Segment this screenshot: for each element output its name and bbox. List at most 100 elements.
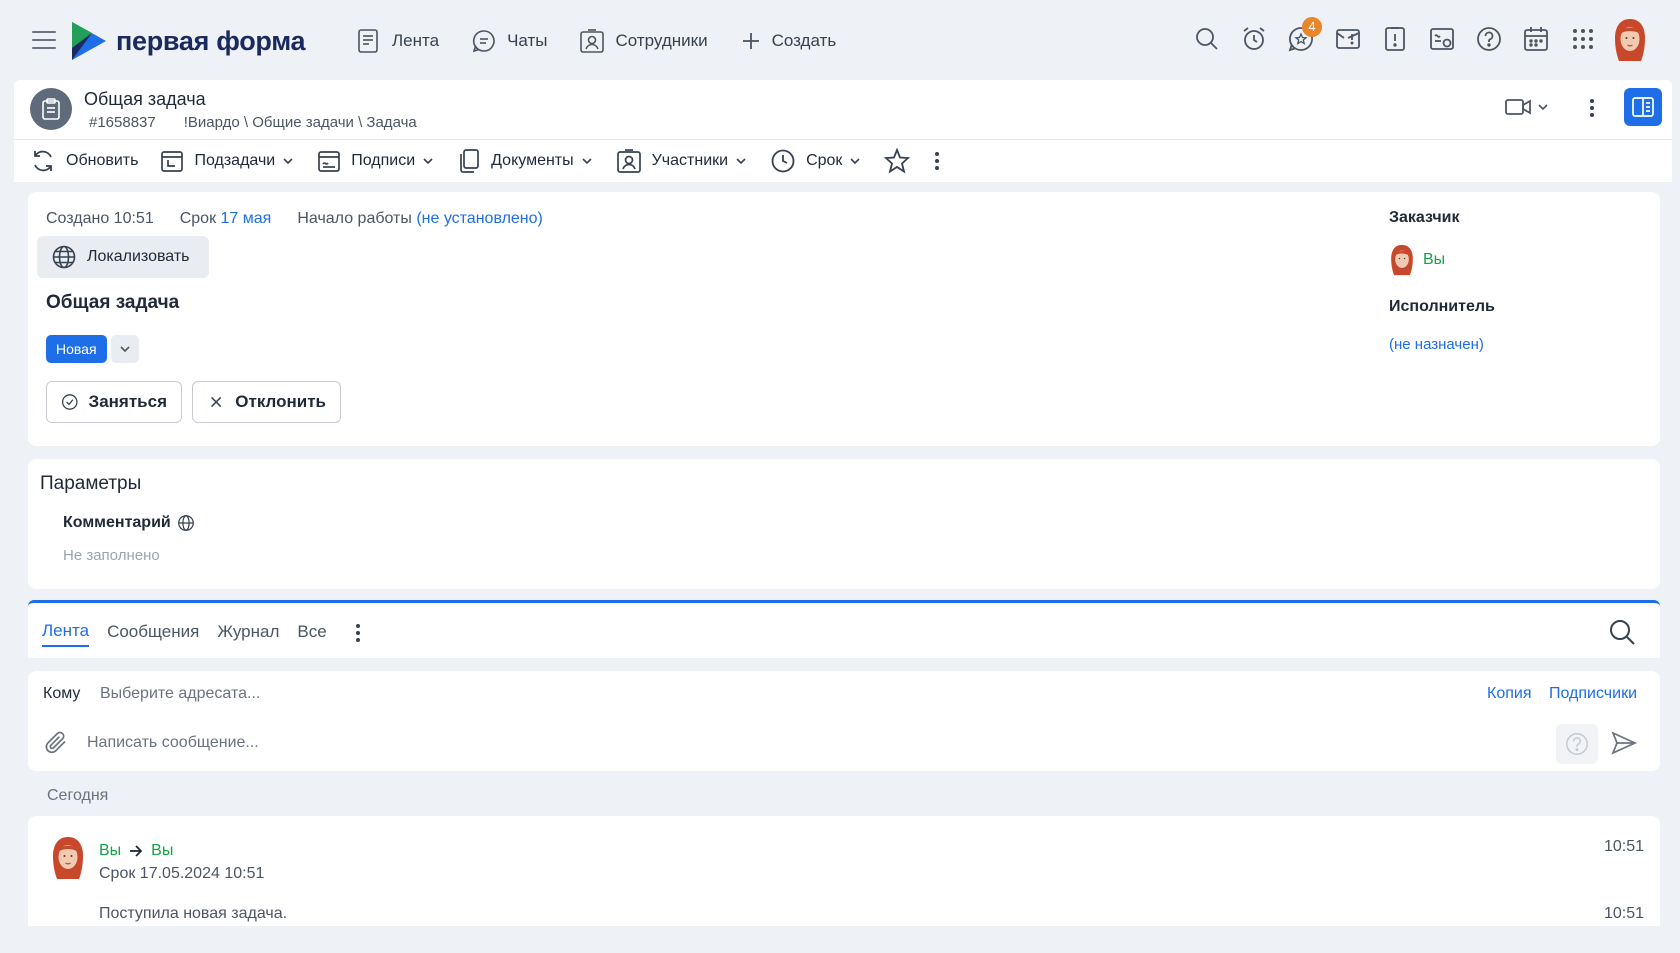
chevron-down-icon [283, 158, 293, 165]
documents-label: Документы [491, 152, 574, 169]
tab-all[interactable]: Все [297, 622, 326, 646]
notification-count-badge: 4 [1302, 17, 1322, 37]
logo-triangle-icon [72, 22, 106, 60]
status-dropdown-button[interactable] [111, 335, 139, 363]
take-task-label: Заняться [88, 392, 167, 411]
nav-employees[interactable]: Сотрудники [579, 28, 708, 54]
task-type-icon [30, 88, 72, 130]
chevron-down-icon [736, 158, 746, 165]
reject-task-button[interactable]: Отклонить [192, 381, 341, 423]
message-input[interactable] [87, 731, 1387, 755]
brand-name: первая форма [116, 25, 306, 56]
attach-button[interactable] [44, 730, 70, 756]
send-button[interactable] [1611, 731, 1637, 755]
mail-alert-button[interactable] [1333, 24, 1363, 54]
apps-grid-icon [1573, 29, 1593, 49]
toolbar-more-button[interactable] [932, 149, 942, 173]
top-nav: Лента Чаты Сотрудники Создать [356, 24, 868, 58]
important-button[interactable] [1380, 24, 1410, 54]
message-participants: Вы Вы [99, 842, 173, 860]
document-alert-icon [1385, 27, 1405, 51]
star-icon [884, 148, 911, 174]
employees-icon [580, 29, 605, 53]
task-more-button[interactable] [1586, 96, 1598, 120]
tab-feed[interactable]: Лента [42, 621, 90, 647]
message-recipient[interactable]: Вы [151, 842, 173, 860]
help-button[interactable] [1474, 24, 1504, 54]
check-circle-icon [61, 394, 78, 410]
deadline-caption: Срок [179, 210, 217, 227]
notifications-button[interactable]: 4 [1286, 17, 1322, 54]
tab-messages[interactable]: Сообщения [107, 622, 199, 646]
deadline-link[interactable]: 17 мая [221, 210, 272, 227]
apps-button[interactable] [1568, 24, 1598, 54]
calendar-button[interactable] [1521, 24, 1551, 54]
task-breadcrumb[interactable]: !Виардо \ Общие задачи \ Задача [184, 114, 417, 131]
clipboard-icon [42, 98, 60, 120]
tab-journal[interactable]: Журнал [217, 622, 279, 646]
created-time: Создано 10:51 [46, 210, 154, 227]
compose-box: Кому Копия Подписчики [28, 671, 1660, 771]
side-panel-toggle-button[interactable] [1624, 88, 1662, 126]
favorite-button[interactable] [884, 148, 911, 174]
hamburger-menu-icon[interactable] [32, 28, 58, 52]
chat-icon [472, 30, 495, 53]
start-date-link[interactable]: (не установлено) [416, 210, 543, 227]
help-circle-icon [1477, 27, 1501, 51]
comment-field-label: Комментарий [63, 514, 195, 532]
globe-icon[interactable] [177, 514, 195, 532]
brand-logo[interactable]: первая форма [72, 22, 306, 60]
executor-link[interactable]: (не назначен) [1389, 336, 1484, 353]
search-icon [1610, 620, 1635, 645]
help-circle-icon [1566, 733, 1588, 755]
refresh-button[interactable]: Обновить [30, 148, 138, 174]
clock-icon [771, 149, 795, 173]
nav-chats[interactable]: Чаты [471, 28, 547, 54]
comment-field-value[interactable]: Не заполнено [63, 547, 160, 564]
video-call-button[interactable] [1504, 96, 1550, 118]
participants-dropdown[interactable]: Участники [616, 148, 748, 174]
search-button[interactable] [1192, 24, 1222, 54]
feed-search-button[interactable] [1608, 618, 1636, 646]
task-id[interactable]: #1658837 [89, 114, 156, 131]
nav-feed-label: Лента [392, 31, 440, 50]
message-text: Поступила новая задача. [99, 905, 288, 922]
globe-icon [52, 245, 76, 269]
chevron-down-icon [1538, 104, 1548, 111]
subtasks-dropdown[interactable]: Подзадачи [160, 149, 295, 173]
customer-name: Вы [1423, 251, 1446, 268]
comment-label-text: Комментарий [63, 514, 171, 531]
take-task-button[interactable]: Заняться [46, 381, 182, 423]
recipient-input[interactable] [100, 682, 1000, 706]
message-avatar[interactable] [50, 836, 86, 880]
deadline-dropdown[interactable]: Срок [770, 148, 862, 174]
localize-button[interactable]: Локализовать [37, 236, 209, 278]
chevron-down-icon [850, 158, 861, 165]
parameters-card: Параметры Комментарий Не заполнено [28, 459, 1660, 589]
chevron-down-icon [120, 346, 130, 353]
refresh-icon [34, 150, 52, 172]
subtasks-label: Подзадачи [194, 152, 276, 169]
calendar-icon [1524, 27, 1548, 51]
tabs-more-icon[interactable] [353, 622, 363, 644]
user-avatar[interactable] [1612, 18, 1648, 62]
nav-create[interactable]: Создать [740, 30, 837, 52]
message-sender[interactable]: Вы [99, 842, 121, 860]
feed-tabs-bar: Лента Сообщения Журнал Все [28, 600, 1660, 658]
status-badge[interactable]: Новая [46, 335, 107, 363]
signatures-label: Подписи [351, 152, 416, 169]
task-info-card: Создано 10:51 Срок 17 мая Начало работы (н… [28, 192, 1660, 446]
signatures-dropdown[interactable]: Подписи [317, 149, 435, 173]
compose-help-button[interactable] [1556, 724, 1598, 764]
alarm-button[interactable] [1239, 24, 1269, 54]
subscribers-link[interactable]: Подписчики [1549, 685, 1637, 703]
customer-user[interactable]: Вы [1389, 244, 1445, 276]
signed-docs-button[interactable] [1427, 24, 1457, 54]
nav-feed[interactable]: Лента [356, 28, 439, 54]
copy-link[interactable]: Копия [1487, 685, 1531, 703]
top-icons: 4 [1175, 17, 1598, 54]
nav-create-label: Создать [771, 31, 837, 50]
documents-dropdown[interactable]: Документы [457, 148, 593, 174]
participants-label: Участники [651, 152, 729, 169]
localize-label: Локализовать [87, 248, 190, 265]
